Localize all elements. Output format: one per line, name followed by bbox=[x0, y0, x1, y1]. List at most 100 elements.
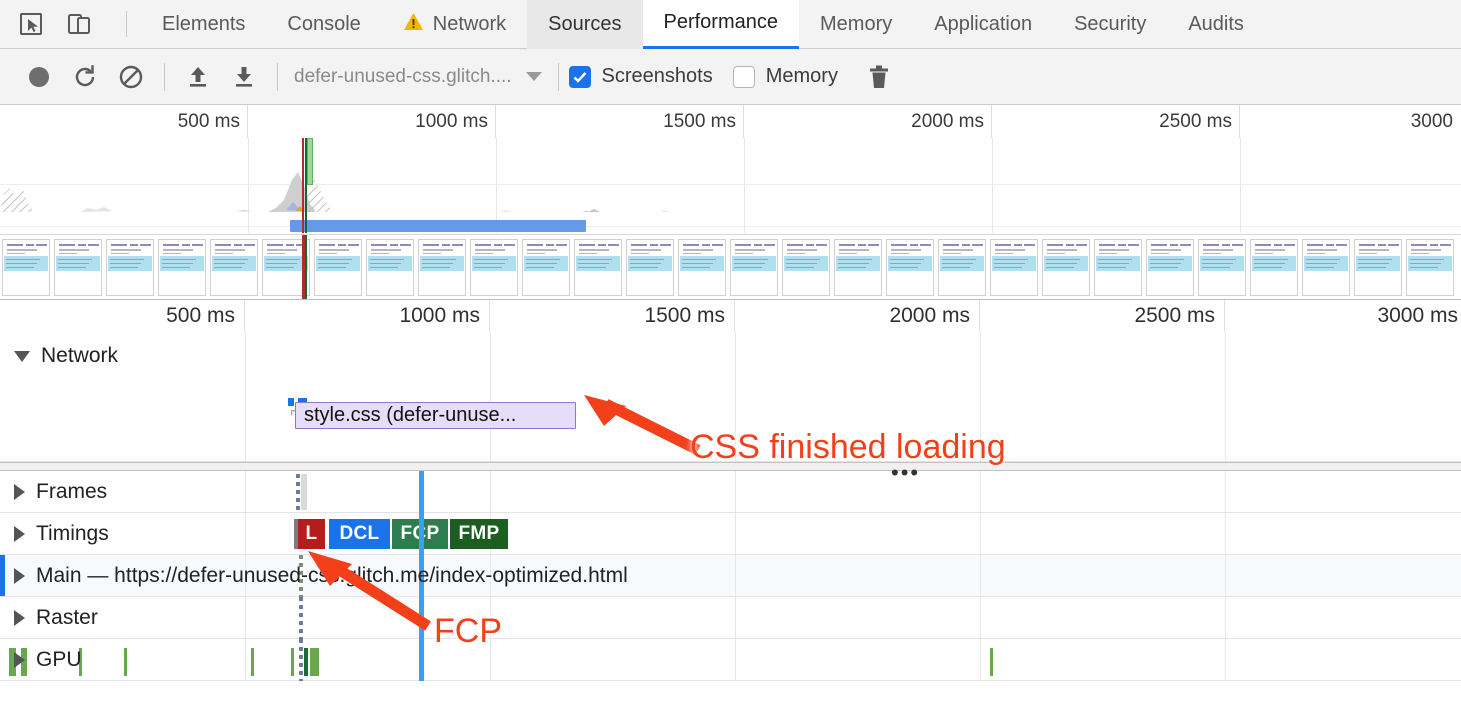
track-gpu-title[interactable]: GPU bbox=[14, 639, 82, 681]
network-request-style-css[interactable]: style.css (defer-unuse... bbox=[295, 402, 576, 429]
thumb-line bbox=[1046, 266, 1074, 268]
device-toolbar-icon[interactable] bbox=[64, 9, 94, 39]
thumb-line bbox=[1359, 249, 1389, 251]
save-profile-button[interactable] bbox=[221, 57, 267, 97]
filmstrip-frame[interactable] bbox=[626, 239, 674, 296]
filmstrip-frame[interactable] bbox=[938, 239, 986, 296]
tab-console-label: Console bbox=[287, 12, 361, 35]
track-gpu[interactable]: GPU bbox=[0, 639, 1461, 681]
filmstrip-frame[interactable] bbox=[314, 239, 362, 296]
memory-checkbox[interactable]: Memory bbox=[732, 65, 838, 88]
thumb-line bbox=[787, 249, 817, 251]
filmstrip-frame[interactable] bbox=[210, 239, 258, 296]
filmstrip-frame[interactable] bbox=[1146, 239, 1194, 296]
inspect-element-icon[interactable] bbox=[16, 9, 46, 39]
filmstrip-frame[interactable] bbox=[730, 239, 778, 296]
timings-gridlines bbox=[0, 513, 1461, 554]
track-timings-title[interactable]: Timings bbox=[14, 513, 109, 555]
gpu-event bbox=[251, 648, 254, 676]
thumb-line bbox=[474, 258, 508, 260]
thumb-line bbox=[6, 262, 37, 264]
timeline-overview[interactable]: 500 ms 1000 ms 1500 ms 2000 ms 2500 ms 3… bbox=[0, 105, 1461, 300]
filmstrip-frame[interactable] bbox=[366, 239, 414, 296]
track-network-title[interactable]: Network bbox=[14, 332, 118, 380]
thumb-line bbox=[891, 252, 909, 254]
filmstrip-frame[interactable] bbox=[470, 239, 518, 296]
track-timings[interactable]: Timings L DCL FCP FMP bbox=[0, 513, 1461, 555]
thumb-line bbox=[1232, 244, 1243, 246]
screenshots-label: Screenshots bbox=[601, 65, 713, 87]
timing-marker-DCL[interactable]: DCL bbox=[329, 519, 390, 549]
record-button[interactable] bbox=[16, 57, 62, 97]
thumb-line bbox=[1411, 244, 1427, 246]
warning-icon bbox=[403, 12, 424, 37]
tab-performance[interactable]: Performance bbox=[642, 0, 799, 49]
load-profile-button[interactable] bbox=[175, 57, 221, 97]
filmstrip-frame[interactable] bbox=[574, 239, 622, 296]
thumb-line bbox=[683, 249, 713, 251]
timeline-flamechart: 500 ms 1000 ms 1500 ms 2000 ms 2500 ms 3… bbox=[0, 300, 1461, 681]
filmstrip-frame[interactable] bbox=[1354, 239, 1402, 296]
chevron-right-icon bbox=[14, 526, 25, 542]
tab-console[interactable]: Console bbox=[266, 0, 381, 49]
track-frames-title[interactable]: Frames bbox=[14, 471, 107, 513]
thumb-line bbox=[702, 244, 710, 246]
overview-fcp-marker bbox=[305, 138, 307, 233]
clear-button[interactable] bbox=[108, 57, 154, 97]
filmstrip-frame[interactable] bbox=[106, 239, 154, 296]
thumb-line bbox=[214, 262, 245, 264]
tabbar-tool-icons bbox=[0, 9, 141, 39]
filmstrip-frame[interactable] bbox=[1094, 239, 1142, 296]
filmstrip-frame[interactable] bbox=[418, 239, 466, 296]
filmstrip-frame[interactable] bbox=[834, 239, 882, 296]
filmstrip-frame[interactable] bbox=[1198, 239, 1246, 296]
filmstrip-frame[interactable] bbox=[158, 239, 206, 296]
timing-marker-FMP[interactable]: FMP bbox=[450, 519, 508, 549]
thumb-line bbox=[1254, 262, 1285, 264]
filmstrip-frame[interactable] bbox=[1302, 239, 1350, 296]
thumb-line bbox=[527, 244, 543, 246]
thumb-line bbox=[267, 249, 297, 251]
filmstrip-frame[interactable] bbox=[886, 239, 934, 296]
page-target-select[interactable]: defer-unused-css.glitch.... bbox=[288, 66, 548, 88]
screenshots-checkbox[interactable]: Screenshots bbox=[568, 65, 713, 88]
filmstrip-frame[interactable] bbox=[54, 239, 102, 296]
overview-cpu-graph bbox=[0, 172, 670, 212]
filmstrip-frame[interactable] bbox=[2, 239, 50, 296]
tab-application[interactable]: Application bbox=[913, 0, 1053, 49]
filmstrip-frame[interactable] bbox=[990, 239, 1038, 296]
tab-security[interactable]: Security bbox=[1053, 0, 1167, 49]
tab-audits[interactable]: Audits bbox=[1167, 0, 1265, 49]
track-main[interactable]: Main — https://defer-unused-css.glitch.m… bbox=[0, 555, 1461, 597]
track-raster[interactable]: Raster bbox=[0, 597, 1461, 639]
thumb-line bbox=[630, 266, 658, 268]
track-frames[interactable]: Frames bbox=[0, 471, 1461, 513]
gpu-frame-tick bbox=[299, 639, 303, 681]
thumb-line bbox=[452, 244, 463, 246]
filmstrip-frame[interactable] bbox=[1042, 239, 1090, 296]
thumb-line bbox=[7, 244, 23, 246]
tab-elements[interactable]: Elements bbox=[141, 0, 266, 49]
filmstrip-frame[interactable] bbox=[1250, 239, 1298, 296]
thumb-line bbox=[1151, 252, 1169, 254]
thumb-line bbox=[318, 258, 352, 260]
thumb-line bbox=[215, 244, 231, 246]
thumb-line bbox=[1202, 258, 1236, 260]
thumb-line bbox=[526, 266, 554, 268]
filmstrip-frame[interactable] bbox=[678, 239, 726, 296]
performance-toolbar: defer-unused-css.glitch.... Screenshots … bbox=[0, 49, 1461, 105]
filmstrip-frame[interactable] bbox=[1406, 239, 1454, 296]
tab-memory[interactable]: Memory bbox=[799, 0, 913, 49]
filmstrip-frame[interactable] bbox=[782, 239, 830, 296]
tab-network-label: Network bbox=[432, 12, 507, 35]
thumb-line bbox=[735, 249, 765, 251]
gpu-gridlines bbox=[0, 639, 1461, 680]
delete-recording-icon[interactable] bbox=[856, 57, 902, 97]
filmstrip-frame[interactable] bbox=[522, 239, 570, 296]
timing-marker-L[interactable]: L bbox=[298, 519, 325, 549]
reload-and-record-button[interactable] bbox=[62, 57, 108, 97]
track-raster-title[interactable]: Raster bbox=[14, 597, 98, 639]
tab-sources[interactable]: Sources bbox=[527, 0, 643, 49]
tab-network[interactable]: Network bbox=[382, 0, 527, 49]
filmstrip[interactable] bbox=[0, 234, 1461, 299]
